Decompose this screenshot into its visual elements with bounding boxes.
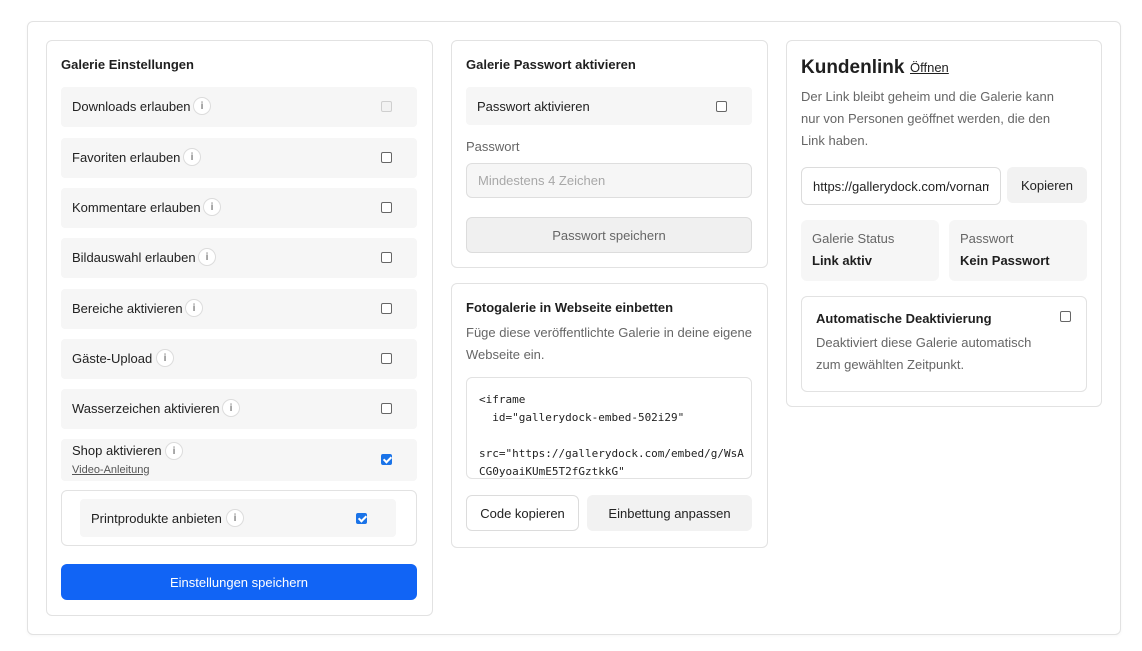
- info-icon[interactable]: i: [185, 299, 203, 317]
- favorites-checkbox[interactable]: [381, 152, 392, 163]
- save-password-button[interactable]: Passwort speichern: [466, 217, 752, 253]
- info-icon[interactable]: i: [226, 509, 244, 527]
- shop-checkbox[interactable]: [381, 454, 392, 465]
- info-icon[interactable]: i: [193, 97, 211, 115]
- setting-row-watermark[interactable]: Wasserzeichen aktivieren i: [61, 389, 417, 429]
- setting-label-image-selection: Bildauswahl erlauben: [72, 250, 196, 265]
- setting-label-comments: Kommentare erlauben: [72, 200, 201, 215]
- embed-code-box[interactable]: <iframe id="gallerydock-embed-502i29" sr…: [466, 377, 752, 479]
- auto-deactivation-title: Automatische Deaktivierung: [816, 311, 992, 326]
- gallery-settings-card: Galerie Einstellungen Downloads erlauben…: [46, 40, 433, 616]
- password-status-box: Passwort Kein Passwort: [949, 220, 1087, 281]
- print-products-card: Printprodukte anbieten i: [61, 490, 417, 546]
- setting-row-guest-upload[interactable]: Gäste-Upload i: [61, 339, 417, 379]
- setting-label-guest-upload: Gäste-Upload: [72, 351, 153, 366]
- copy-link-button[interactable]: Kopieren: [1007, 167, 1087, 203]
- comments-checkbox[interactable]: [381, 202, 392, 213]
- password-input[interactable]: [466, 163, 752, 198]
- setting-row-print-products[interactable]: Printprodukte anbieten i: [80, 499, 396, 537]
- setting-label-shop: Shop aktivieren: [72, 443, 162, 458]
- save-settings-button[interactable]: Einstellungen speichern: [61, 564, 417, 600]
- info-icon[interactable]: i: [222, 399, 240, 417]
- setting-label-favorites: Favoriten erlauben: [72, 150, 181, 165]
- image-selection-checkbox[interactable]: [381, 252, 392, 263]
- setting-label-downloads: Downloads erlauben: [72, 99, 191, 114]
- video-tutorial-link[interactable]: Video-Anleitung: [72, 464, 149, 476]
- embed-card: Fotogalerie in Webseite einbetten Füge d…: [451, 283, 768, 548]
- password-status-value: Kein Passwort: [960, 253, 1050, 268]
- password-toggle-row[interactable]: Passwort aktivieren: [466, 87, 752, 125]
- open-link[interactable]: Öffnen: [910, 60, 949, 75]
- setting-row-shop[interactable]: Shop aktivieren i Video-Anleitung: [61, 439, 417, 481]
- guest-upload-checkbox[interactable]: [381, 353, 392, 364]
- customer-link-description: Der Link bleibt geheim und die Galerie k…: [801, 89, 1054, 148]
- print-products-checkbox[interactable]: [356, 513, 367, 524]
- customer-link-card: Kundenlink Öffnen Der Link bleibt geheim…: [786, 40, 1102, 407]
- copy-code-button[interactable]: Code kopieren: [466, 495, 579, 531]
- gallery-status-label: Galerie Status: [812, 231, 895, 246]
- setting-row-favorites[interactable]: Favoriten erlauben i: [61, 138, 417, 178]
- watermark-checkbox[interactable]: [381, 403, 392, 414]
- setting-row-downloads[interactable]: Downloads erlauben i: [61, 87, 417, 127]
- setting-row-image-selection[interactable]: Bildauswahl erlauben i: [61, 238, 417, 278]
- info-icon[interactable]: i: [156, 349, 174, 367]
- customer-link-input[interactable]: [801, 167, 1001, 205]
- setting-row-comments[interactable]: Kommentare erlauben i: [61, 188, 417, 228]
- setting-label-watermark: Wasserzeichen aktivieren: [72, 401, 220, 416]
- auto-deactivation-card: Automatische Deaktivierung Deaktiviert d…: [801, 296, 1087, 392]
- gallery-settings-title: Galerie Einstellungen: [61, 57, 194, 72]
- info-icon[interactable]: i: [183, 148, 201, 166]
- embed-card-title: Fotogalerie in Webseite einbetten: [466, 300, 674, 315]
- setting-row-sections[interactable]: Bereiche aktivieren i: [61, 289, 417, 329]
- gallery-status-box: Galerie Status Link aktiv: [801, 220, 939, 281]
- sections-checkbox[interactable]: [381, 303, 392, 314]
- password-card-title: Galerie Passwort aktivieren: [466, 57, 636, 72]
- info-icon[interactable]: i: [198, 248, 216, 266]
- password-status-label: Passwort: [960, 231, 1014, 246]
- password-checkbox[interactable]: [716, 101, 727, 112]
- embed-description: Füge diese veröffentlichte Galerie in de…: [466, 325, 752, 362]
- customize-embed-button[interactable]: Einbettung anpassen: [587, 495, 752, 531]
- setting-label-sections: Bereiche aktivieren: [72, 301, 183, 316]
- password-card: Galerie Passwort aktivieren Passwort akt…: [451, 40, 768, 268]
- password-toggle-label: Passwort aktivieren: [477, 99, 590, 114]
- auto-deactivation-checkbox[interactable]: [1060, 311, 1071, 322]
- password-field-label: Passwort: [466, 139, 520, 154]
- info-icon[interactable]: i: [203, 198, 221, 216]
- info-icon[interactable]: i: [165, 442, 183, 460]
- downloads-checkbox: [381, 101, 392, 112]
- setting-label-print-products: Printprodukte anbieten: [91, 511, 222, 526]
- settings-panel: Galerie Einstellungen Downloads erlauben…: [27, 21, 1121, 635]
- gallery-status-value: Link aktiv: [812, 253, 872, 268]
- auto-deactivation-description: Deaktiviert diese Galerie automatisch zu…: [816, 335, 1032, 372]
- customer-link-title: Kundenlink: [801, 57, 905, 78]
